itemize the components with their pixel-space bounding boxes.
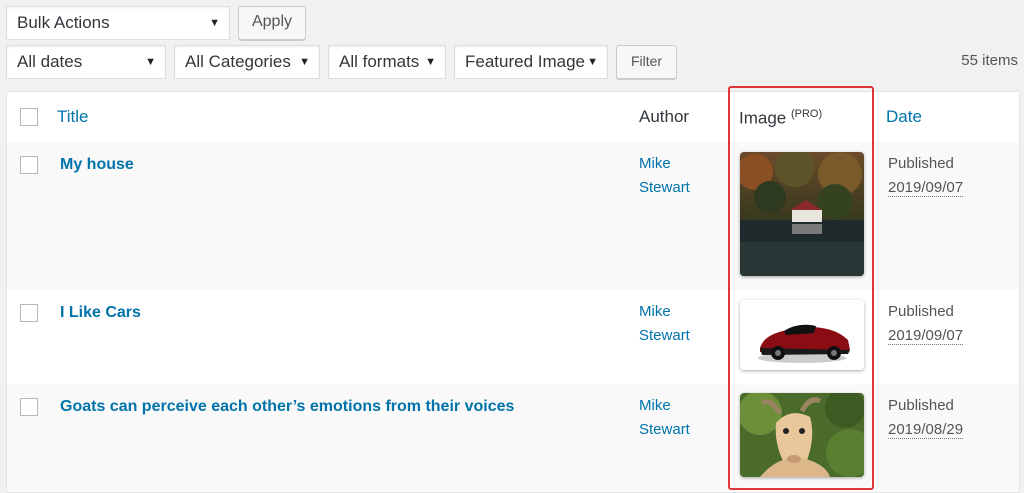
table-header: Title Author Image (PRO) Date xyxy=(7,92,1019,143)
formats-filter-select[interactable]: All formats ▼ xyxy=(328,45,446,79)
post-title-link[interactable]: I Like Cars xyxy=(60,304,141,322)
date-cell: Published 2019/09/07 xyxy=(888,152,964,200)
categories-filter-select[interactable]: All Categories ▼ xyxy=(174,45,320,79)
featured-image-filter-select[interactable]: Featured Image ▼ xyxy=(454,45,608,79)
author-column-header: Author xyxy=(639,107,690,126)
post-date: 2019/09/07 xyxy=(888,327,964,345)
post-status: Published xyxy=(888,303,954,320)
lake-house-image xyxy=(740,152,864,276)
chevron-down-icon: ▼ xyxy=(209,17,220,29)
apply-button[interactable]: Apply xyxy=(238,6,306,40)
author-last-name: Stewart xyxy=(639,327,690,344)
author-link[interactable]: Mike Stewart xyxy=(639,152,690,200)
row-checkbox[interactable] xyxy=(20,304,38,322)
dates-filter-label: All dates xyxy=(17,52,83,71)
author-first-name: Mike xyxy=(639,397,671,414)
bulk-actions-select[interactable]: Bulk Actions ▼ xyxy=(6,6,230,40)
author-first-name: Mike xyxy=(639,155,671,172)
pro-badge: (PRO) xyxy=(790,108,823,120)
featured-image-thumbnail[interactable] xyxy=(740,393,864,477)
chevron-down-icon: ▼ xyxy=(299,56,310,68)
post-status: Published xyxy=(888,155,954,172)
filter-button[interactable]: Filter xyxy=(616,45,677,79)
author-first-name: Mike xyxy=(639,303,671,320)
author-link[interactable]: Mike Stewart xyxy=(639,300,690,348)
table-row: Goats can perceive each other’s emotions… xyxy=(7,384,1019,492)
posts-table: Title Author Image (PRO) Date My house M… xyxy=(6,91,1020,493)
chevron-down-icon: ▼ xyxy=(145,56,156,68)
date-cell: Published 2019/09/07 xyxy=(888,300,964,348)
featured-image-filter-label: Featured Image xyxy=(465,52,586,71)
goat-image xyxy=(740,393,864,477)
featured-image-thumbnail[interactable] xyxy=(740,152,864,276)
sports-car-image xyxy=(740,300,864,370)
title-column-header[interactable]: Title xyxy=(57,107,89,127)
author-last-name: Stewart xyxy=(639,421,690,438)
select-all-checkbox[interactable] xyxy=(20,108,38,126)
categories-filter-label: All Categories xyxy=(185,52,291,71)
post-title-link[interactable]: Goats can perceive each other’s emotions… xyxy=(60,398,514,416)
table-row: My house Mike Stewart Published 2019/09/… xyxy=(7,142,1019,290)
items-count: 55 items xyxy=(961,52,1018,69)
featured-image-thumbnail[interactable] xyxy=(740,300,864,370)
author-link[interactable]: Mike Stewart xyxy=(639,394,690,442)
image-column-header: Image (PRO) xyxy=(739,108,822,129)
dates-filter-select[interactable]: All dates ▼ xyxy=(6,45,166,79)
author-last-name: Stewart xyxy=(639,179,690,196)
chevron-down-icon: ▼ xyxy=(425,56,436,68)
image-column-label: Image xyxy=(739,108,787,128)
date-cell: Published 2019/08/29 xyxy=(888,394,964,442)
post-date: 2019/09/07 xyxy=(888,179,964,197)
row-checkbox[interactable] xyxy=(20,398,38,416)
bulk-actions-label: Bulk Actions xyxy=(17,13,110,32)
table-row: I Like Cars Mike Stewart Published 2019/… xyxy=(7,290,1019,384)
post-title-link[interactable]: My house xyxy=(60,156,134,174)
row-checkbox[interactable] xyxy=(20,156,38,174)
formats-filter-label: All formats xyxy=(339,52,420,71)
date-column-header[interactable]: Date xyxy=(886,107,922,127)
post-status: Published xyxy=(888,397,954,414)
chevron-down-icon: ▼ xyxy=(587,56,598,68)
post-date: 2019/08/29 xyxy=(888,421,964,439)
